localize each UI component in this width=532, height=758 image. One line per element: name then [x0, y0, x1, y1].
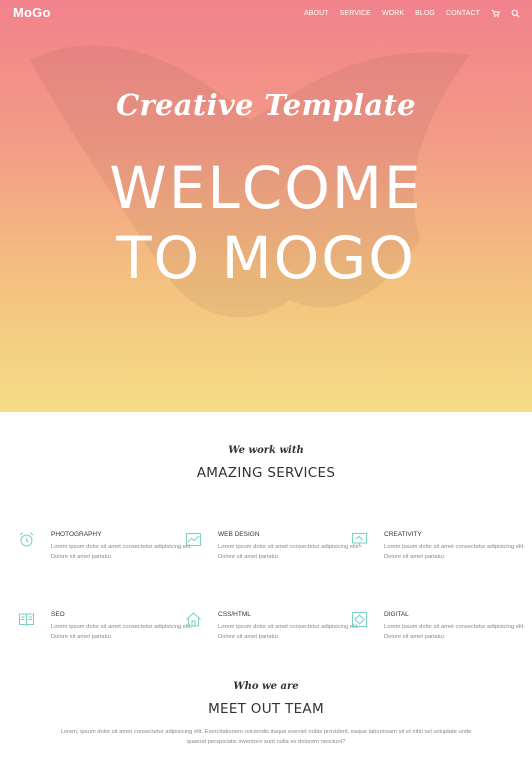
team-title: MEET OUT TEAM [208, 701, 324, 717]
service-description: Lorem ipsum dolor sit amet consectetur a… [51, 544, 192, 560]
service-item-web-design: WEB DESIGN Lorem ipsum dolor sit amet co… [185, 531, 359, 571]
nav-item-service[interactable]: SERVICE [340, 10, 371, 17]
cart-icon[interactable] [491, 9, 500, 18]
hero-title-line-2: TO MOGO [116, 224, 416, 292]
service-description: Lorem ipsum dolor sit amet consectetur a… [51, 624, 192, 640]
alarm-clock-icon [18, 531, 35, 548]
monitor-icon [351, 531, 368, 548]
hero-subtitle: Creative Template [116, 88, 416, 122]
service-item-digital: DIGITAL Lorem ipsum dolor sit amet conse… [351, 611, 525, 651]
book-icon [18, 611, 35, 628]
logo[interactable]: MoGo [13, 5, 51, 20]
hero-section: MoGo ABOUT SERVICE WORK BLOG CONTACT Cre… [0, 0, 532, 412]
team-description: Lorem, ipsum dolor sit amet consectetur … [60, 729, 472, 745]
team-subtitle: Who we are [233, 681, 299, 692]
search-icon[interactable] [511, 9, 520, 18]
service-title: CREATIVITY [384, 531, 422, 538]
service-item-css-html: CSS/HTML Lorem ipsum dolor sit amet cons… [185, 611, 359, 651]
service-item-creativity: CREATIVITY Lorem ipsum dolor sit amet co… [351, 531, 525, 571]
service-description: Lorem ipsum dolor sit amet consectetur a… [384, 624, 525, 640]
service-item-photography: PHOTOGRAPHY Lorem ipsum dolor sit amet c… [18, 531, 192, 571]
nav-item-blog[interactable]: BLOG [415, 10, 435, 17]
nav-item-work[interactable]: WORK [382, 10, 404, 17]
service-title: WEB DESIGN [218, 531, 260, 538]
service-item-seo: SEO Lorem ipsum dolor sit amet consectet… [18, 611, 192, 651]
chart-icon [185, 531, 202, 548]
house-icon [185, 611, 202, 628]
service-title: PHOTOGRAPHY [51, 531, 102, 538]
service-description: Lorem ipsum dolor sit amet consectetur a… [384, 544, 525, 560]
nav-item-about[interactable]: ABOUT [304, 10, 329, 17]
service-title: DIGITAL [384, 611, 409, 618]
hero-title-line-1: WELCOME [109, 154, 423, 222]
nav-item-contact[interactable]: CONTACT [446, 10, 480, 17]
service-title: SEO [51, 611, 65, 618]
services-subtitle: We work with [228, 445, 304, 456]
service-description: Lorem ipsum dolor sit amet consectetur a… [218, 624, 359, 640]
service-description: Lorem ipsum dolor sit amet consectetur a… [218, 544, 359, 560]
service-title: CSS/HTML [218, 611, 251, 618]
services-title: AMAZING SERVICES [196, 465, 336, 481]
hero-title: WELCOME TO MOGO [0, 153, 532, 293]
frame-icon [351, 611, 368, 628]
main-nav: ABOUT SERVICE WORK BLOG CONTACT [293, 9, 520, 18]
